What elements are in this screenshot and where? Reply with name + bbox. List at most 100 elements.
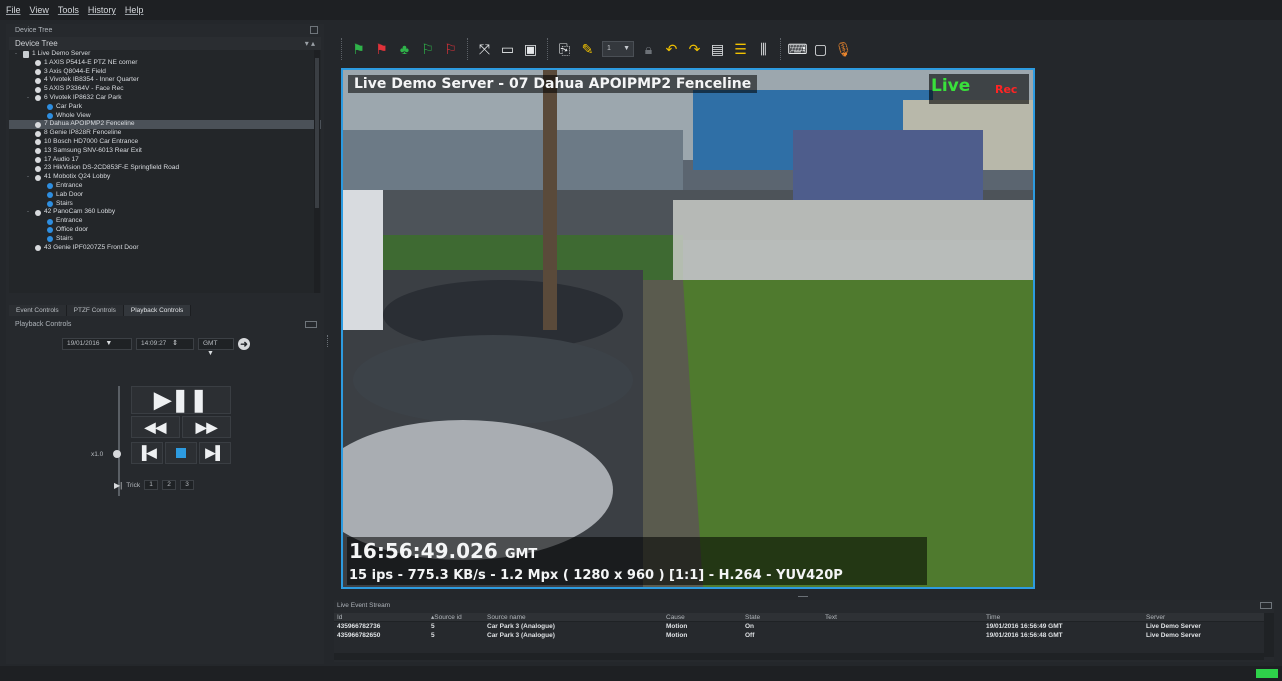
tree-item[interactable]: Whole View (9, 112, 321, 121)
tree-item[interactable]: 4 Vivotek IB8354 - Inner Quarter (9, 76, 321, 85)
snapshot-icon[interactable]: ▣ (519, 38, 542, 60)
collapse-toggle-icon[interactable]: - (15, 50, 23, 59)
bookmark-start-icon[interactable]: ⚐ (416, 38, 439, 60)
tree-item[interactable]: Entrance (9, 182, 321, 191)
tree-item-label: Stairs (56, 199, 73, 207)
column-cause[interactable]: Cause (666, 613, 685, 622)
stop-button[interactable] (165, 442, 197, 464)
tree-item[interactable]: 13 Samsung SNV-6013 Rear Exit (9, 147, 321, 156)
play-pause-button[interactable]: ▶❚❚ (131, 386, 231, 414)
table-row[interactable]: 435966782650 5 Car Park 3 (Analogue) Mot… (334, 631, 1264, 640)
chevron-down-icon[interactable]: ▼ (207, 350, 214, 357)
redo-icon[interactable]: ↷ (683, 38, 706, 60)
time-picker[interactable]: 14:09:27 ⇕ (136, 338, 194, 350)
tree-item[interactable]: 17 Audio 17 (9, 156, 321, 165)
export-icon[interactable]: ⎘ (553, 38, 576, 60)
tree-item[interactable]: - 42 PanoCam 360 Lobby (9, 208, 321, 217)
layout-single-icon[interactable]: ▤ (706, 38, 729, 60)
skip-end-button[interactable]: ▶▌ (199, 442, 231, 464)
video-viewport[interactable]: Live Demo Server - 07 Dahua APOIPMP2 Fen… (341, 68, 1035, 589)
event-table-vscrollbar[interactable] (1264, 613, 1274, 657)
trick-value-1[interactable]: 1 (144, 480, 159, 490)
zoom-select[interactable]: 1 ▼ (602, 41, 634, 57)
trick-value-3[interactable]: 3 (180, 480, 195, 490)
tree-item-label: 1 AXIS P5414-E PTZ NE corner (44, 58, 138, 66)
tree-item[interactable]: Entrance (9, 217, 321, 226)
window-icon[interactable]: ▢ (809, 38, 832, 60)
group-flag-icon[interactable]: ♣ (393, 38, 416, 60)
table-row[interactable]: 435966782736 5 Car Park 3 (Analogue) Mot… (334, 622, 1264, 631)
event-table-hscrollbar[interactable] (334, 653, 1264, 660)
menu-view[interactable]: View (30, 5, 49, 15)
chevron-down-icon[interactable]: ▾ ▴ (305, 37, 315, 50)
speed-slider-handle[interactable] (113, 450, 121, 458)
column-text[interactable]: Text (825, 613, 837, 622)
bookmark-end-icon[interactable]: ⚐ (439, 38, 462, 60)
column-server[interactable]: Server (1146, 613, 1165, 622)
collapse-toggle-icon[interactable]: - (27, 208, 35, 217)
rewind-button[interactable]: ◀◀ (131, 416, 180, 438)
restore-panel-button[interactable] (1260, 602, 1272, 609)
column-state[interactable]: State (745, 613, 760, 622)
restore-panel-button[interactable] (305, 321, 317, 328)
tab-playback-controls[interactable]: Playback Controls (123, 305, 192, 316)
tree-item[interactable]: 1 AXIS P5414-E PTZ NE corner (9, 59, 321, 68)
date-picker[interactable]: 19/01/2016 ▼ (62, 338, 132, 350)
tree-item[interactable]: 3 Axis Q8044-E Field (9, 68, 321, 77)
toolbar-separator (780, 38, 781, 60)
undo-icon[interactable]: ↶ (660, 38, 683, 60)
tree-item[interactable]: Lab Door (9, 191, 321, 200)
tree-item[interactable]: - 1 Live Demo Server (9, 50, 321, 59)
scrollbar-thumb[interactable] (315, 58, 319, 208)
collapse-toggle-icon[interactable]: - (27, 173, 35, 182)
tree-item[interactable]: Stairs (9, 200, 321, 209)
keyboard-icon[interactable]: ⌨ (786, 38, 809, 60)
tree-item[interactable]: 7 Dahua APOIPMP2 Fenceline (9, 120, 321, 130)
tree-item[interactable]: 5 AXIS P3364V - Face Rec (9, 85, 321, 94)
table-header: Id ▴ Source id Source name Cause State T… (334, 613, 1264, 622)
column-time[interactable]: Time (986, 613, 1000, 622)
tab-ptzf-controls[interactable]: PTZF Controls (66, 305, 124, 316)
tree-scrollbar[interactable] (314, 50, 320, 293)
spinner-icon[interactable]: ⇕ (172, 340, 178, 347)
camera-icon (35, 148, 41, 155)
settings-sliders-icon[interactable]: ⫼ (752, 38, 775, 60)
column-source-name[interactable]: Source name (487, 613, 526, 622)
monitor-icon[interactable]: ▭ (496, 38, 519, 60)
go-arrow-icon[interactable]: ➜ (238, 338, 250, 350)
device-tree-header[interactable]: Device Tree ▾ ▴ (9, 37, 321, 50)
column-source-id[interactable]: ▴ Source id (431, 613, 462, 622)
column-id[interactable]: Id (337, 613, 342, 622)
splitter-handle[interactable] (327, 335, 329, 347)
collapse-toggle-icon[interactable]: - (27, 94, 35, 103)
timezone-select[interactable]: GMT ▼ (198, 338, 234, 357)
trick-value-2[interactable]: 2 (162, 480, 177, 490)
splitter-handle[interactable] (798, 596, 808, 597)
lock-icon[interactable]: 🔒︎ (637, 38, 660, 60)
skip-start-button[interactable]: ▐◀ (131, 442, 163, 464)
menu-help[interactable]: Help (125, 5, 144, 15)
tree-item[interactable]: Car Park (9, 103, 321, 112)
tree-item[interactable]: Stairs (9, 235, 321, 244)
tree-item[interactable]: 8 Genie IP828R Fenceline (9, 129, 321, 138)
stop-record-flag-icon[interactable]: ⚑ (370, 38, 393, 60)
clip-icon[interactable]: ✎ (576, 38, 599, 60)
restore-panel-button[interactable] (310, 26, 318, 34)
fullscreen-icon[interactable]: ⤧ (473, 38, 496, 60)
start-record-flag-icon[interactable]: ⚑ (347, 38, 370, 60)
menu-history[interactable]: History (88, 5, 116, 15)
tree-item[interactable]: Office door (9, 226, 321, 235)
tree-item[interactable]: 10 Bosch HD7000 Car Entrance (9, 138, 321, 147)
layout-grid-icon[interactable]: ☰ (729, 38, 752, 60)
fast-forward-button[interactable]: ▶▶ (182, 416, 231, 438)
tree-item[interactable]: 43 Genie IPF0207Z5 Front Door (9, 244, 321, 253)
trick-play-icon[interactable]: ▶| (114, 481, 122, 490)
tree-item[interactable]: - 6 Vivotek IP8632 Car Park (9, 94, 321, 103)
chevron-down-icon[interactable]: ▼ (105, 340, 112, 347)
menu-tools[interactable]: Tools (58, 5, 79, 15)
microphone-icon[interactable]: 🎙︎ (832, 38, 855, 60)
menu-file[interactable]: File (6, 5, 21, 15)
tree-item[interactable]: 23 HikVision DS-2CD853F-E Springfield Ro… (9, 164, 321, 173)
tab-event-controls[interactable]: Event Controls (9, 305, 67, 316)
tree-item[interactable]: - 41 Mobotix Q24 Lobby (9, 173, 321, 182)
